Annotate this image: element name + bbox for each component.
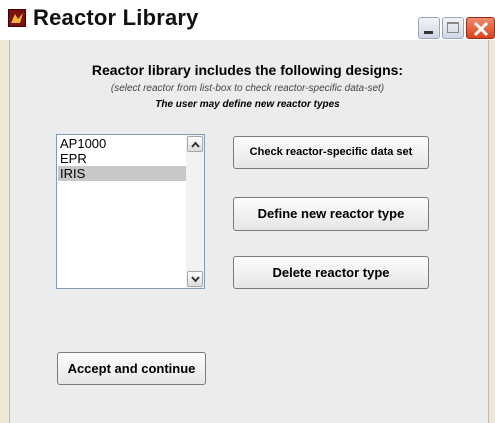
minimize-icon [424, 31, 433, 34]
accept-continue-button[interactable]: Accept and continue [57, 352, 206, 385]
chevron-down-icon [191, 276, 200, 283]
scroll-down-button[interactable] [187, 271, 203, 287]
list-item-epr[interactable]: EPR [58, 151, 188, 166]
window-title: Reactor Library [33, 5, 199, 30]
define-reactor-button[interactable]: Define new reactor type [233, 197, 429, 231]
library-note: The user may define new reactor types [155, 99, 340, 110]
title-bar[interactable]: Reactor Library [0, 0, 495, 40]
listbox-scrollbar[interactable] [186, 135, 204, 288]
reactor-listbox[interactable]: AP1000 EPR IRIS [56, 134, 205, 289]
check-data-set-button[interactable]: Check reactor-specific data set [233, 136, 429, 169]
reactor-library-window: Reactor Library Reactor library includes… [0, 0, 495, 423]
chevron-up-icon [191, 141, 200, 148]
library-heading: Reactor library includes the following d… [91, 62, 404, 78]
matlab-figure-icon [8, 9, 26, 27]
delete-reactor-button[interactable]: Delete reactor type [233, 256, 429, 289]
scroll-up-button[interactable] [187, 136, 203, 152]
minimize-button[interactable] [418, 17, 440, 39]
list-item-iris[interactable]: IRIS [58, 166, 188, 181]
library-subheading: (select reactor from list-box to check r… [110, 83, 385, 94]
close-button[interactable] [466, 17, 495, 39]
maximize-icon [447, 22, 459, 33]
close-icon [473, 21, 489, 37]
maximize-button[interactable] [442, 17, 464, 39]
list-item-ap1000[interactable]: AP1000 [58, 136, 188, 151]
